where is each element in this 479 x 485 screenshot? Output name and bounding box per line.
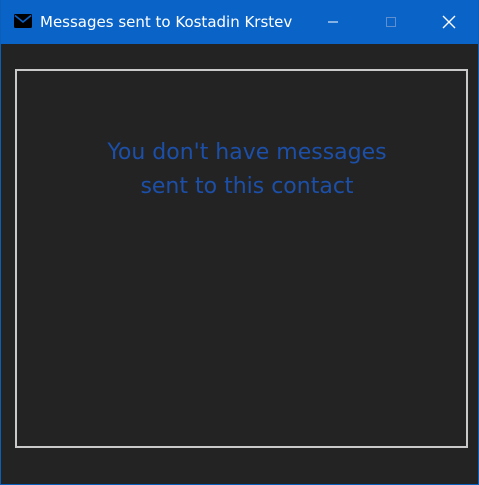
mail-icon bbox=[13, 13, 33, 29]
title-bar[interactable]: Messages sent to Kostadin Krstev bbox=[1, 0, 478, 44]
maximize-button bbox=[362, 0, 420, 44]
minimize-icon bbox=[327, 16, 339, 28]
minimize-button[interactable] bbox=[304, 0, 362, 44]
window-title: Messages sent to Kostadin Krstev bbox=[40, 13, 293, 31]
messages-list[interactable]: You don't have messages sent to this con… bbox=[15, 69, 468, 448]
maximize-icon bbox=[385, 16, 397, 28]
messages-window: Messages sent to Kostadin Krstev You don… bbox=[0, 0, 479, 485]
close-button[interactable] bbox=[420, 0, 478, 44]
window-controls bbox=[304, 0, 478, 44]
empty-state-message: You don't have messages sent to this con… bbox=[107, 140, 387, 199]
close-icon bbox=[442, 15, 456, 29]
